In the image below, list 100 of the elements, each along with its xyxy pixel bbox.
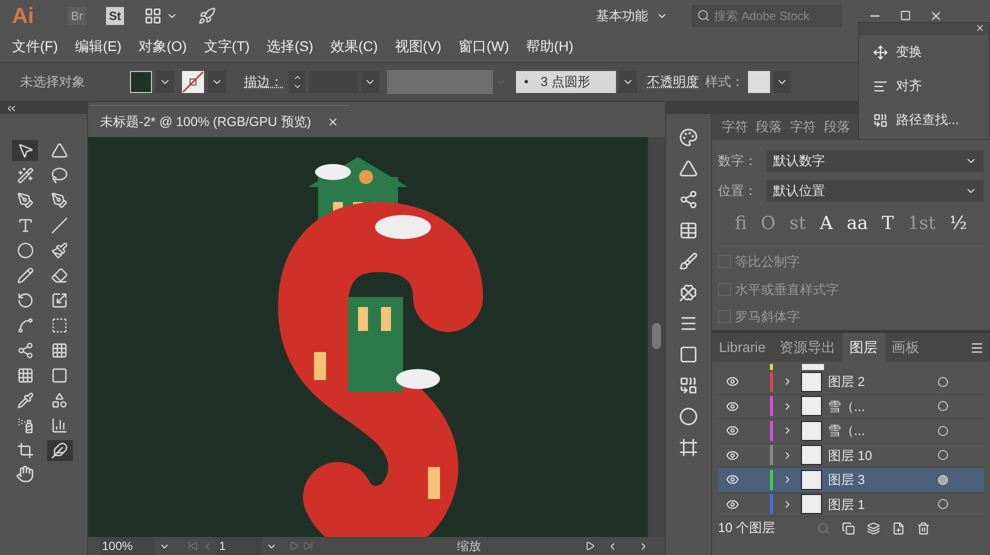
layer-row[interactable]: 图层 2 — [718, 370, 984, 394]
eye-icon[interactable] — [726, 400, 739, 413]
eye-icon[interactable] — [726, 473, 739, 486]
target-icon[interactable] — [938, 499, 948, 510]
eye-icon[interactable] — [726, 375, 739, 388]
target-icon[interactable] — [938, 450, 948, 460]
dropdown-button[interactable] — [619, 71, 637, 93]
variable-width-field[interactable] — [387, 70, 493, 94]
fill-swatch[interactable] — [130, 71, 152, 93]
glyph-button[interactable]: T — [882, 210, 894, 237]
eye-icon[interactable] — [726, 498, 739, 511]
brushes-icon[interactable] — [679, 252, 698, 271]
panel-tab[interactable]: 图层 — [842, 333, 885, 362]
panel-item[interactable]: 变换 — [896, 42, 922, 62]
tool-button[interactable] — [46, 440, 72, 461]
align-icon[interactable] — [873, 78, 888, 94]
panel-item[interactable]: 路径查找... — [896, 110, 959, 130]
glyph-button[interactable]: ½ — [950, 210, 967, 237]
maximize-icon[interactable] — [900, 10, 911, 21]
stock-button[interactable]: St — [106, 6, 124, 24]
field-label: 位置： — [718, 182, 758, 200]
glyph-button[interactable]: aa — [846, 210, 868, 237]
menu-item[interactable]: 帮助(H) — [526, 36, 574, 57]
panel-tab[interactable]: 段落 — [756, 117, 782, 137]
stroke-label[interactable]: 描边： — [244, 72, 283, 92]
swatch-grid-icon[interactable] — [679, 221, 698, 240]
rocket-icon[interactable] — [198, 6, 216, 24]
panel-tab[interactable]: 资源导出 — [772, 333, 843, 362]
zoom-field[interactable]: 100% — [100, 537, 155, 555]
dropdown-button[interactable] — [208, 71, 226, 93]
club-icon[interactable] — [679, 283, 698, 302]
search-input[interactable]: 搜索 Adobe Stock — [714, 6, 834, 24]
new-layer-icon[interactable] — [892, 522, 906, 534]
nodes-icon[interactable] — [679, 190, 698, 209]
transform-icon[interactable] — [873, 44, 888, 60]
vertical-scrollbar[interactable] — [648, 137, 665, 537]
dropdown-button[interactable] — [773, 71, 791, 93]
target-icon[interactable] — [938, 376, 948, 387]
stroke-swatch[interactable] — [182, 71, 204, 93]
opacity-label[interactable]: 不透明度 — [647, 72, 699, 92]
pathfinder-icon[interactable] — [873, 112, 888, 128]
collapse-icon[interactable] — [8, 106, 16, 110]
search-field[interactable]: 搜索 Adobe Stock — [692, 4, 842, 26]
status-text: 缩放 — [457, 538, 481, 555]
pencil-icon — [16, 267, 34, 284]
frame-icon[interactable] — [679, 438, 698, 457]
glyph-button[interactable]: A — [820, 210, 833, 237]
hand-icon[interactable] — [16, 465, 34, 483]
copy-icon[interactable] — [842, 522, 856, 534]
eye-icon[interactable] — [726, 448, 739, 462]
menu-item[interactable]: 对象(O) — [138, 36, 187, 57]
layer-row[interactable]: 图层 1 — [718, 492, 984, 517]
panel-tab[interactable]: 段落 — [824, 117, 850, 137]
menu-item[interactable]: 效果(C) — [330, 36, 378, 57]
panel-tab[interactable]: 画板 — [884, 333, 927, 362]
selection-tool-icon — [16, 142, 34, 159]
play-icon[interactable] — [585, 541, 595, 551]
panel-tab[interactable]: 字符 — [722, 117, 748, 137]
lines-icon[interactable] — [679, 314, 698, 333]
style-swatch[interactable] — [748, 71, 770, 93]
palette-icon[interactable] — [679, 128, 698, 147]
bar-chart-icon — [51, 417, 68, 434]
dropdown-button[interactable] — [156, 71, 174, 93]
pen-icon — [51, 192, 68, 209]
target-icon[interactable] — [938, 426, 948, 436]
menu-item[interactable]: 窗口(W) — [458, 36, 509, 57]
eye-icon[interactable] — [726, 424, 739, 438]
layer-name: 图层 1 — [828, 496, 866, 514]
stroke-stepper[interactable] — [289, 71, 305, 93]
target-icon[interactable] — [938, 401, 948, 412]
menu-item[interactable]: 编辑(E) — [74, 36, 122, 57]
layers-icon[interactable] — [867, 522, 880, 534]
dropdown-field[interactable]: 默认数字 — [766, 150, 984, 172]
menu-item[interactable]: 选择(S) — [266, 36, 314, 57]
menu-item[interactable]: 文字(T) — [204, 36, 250, 57]
menu-item[interactable]: 视图(V) — [394, 36, 442, 57]
close-icon[interactable] — [975, 23, 985, 33]
workspace-switcher[interactable]: 基本功能 — [596, 6, 668, 26]
panel-item[interactable]: 对齐 — [896, 76, 922, 96]
layout-icon[interactable] — [144, 6, 162, 24]
panel-tab[interactable]: 字符 — [790, 117, 816, 137]
brush-field[interactable]: • 3 点圆形 — [516, 71, 616, 93]
chevron-up-icon — [292, 73, 302, 82]
target-icon[interactable] — [938, 474, 948, 485]
crop-icon — [16, 442, 34, 459]
panel-menu-icon[interactable] — [970, 340, 984, 354]
field-label: 数字： — [718, 152, 758, 170]
layer-thumbnail — [801, 396, 822, 416]
layer-row[interactable]: 雪（... — [718, 394, 984, 419]
panel-tab[interactable]: Librarie — [712, 333, 773, 362]
dropdown-field[interactable]: 默认位置 — [766, 180, 984, 202]
tool-button[interactable] — [12, 140, 38, 161]
close-icon[interactable] — [327, 116, 340, 128]
artboard-field[interactable]: 1 — [217, 537, 262, 555]
layer-row[interactable]: 雪（... — [718, 419, 984, 444]
menu-item[interactable]: 文件(F) — [12, 36, 58, 57]
lasso-icon — [51, 167, 68, 184]
trash-icon[interactable] — [917, 522, 930, 534]
layer-row[interactable]: 图层 3 — [718, 468, 984, 492]
dropdown-button[interactable] — [361, 71, 379, 93]
